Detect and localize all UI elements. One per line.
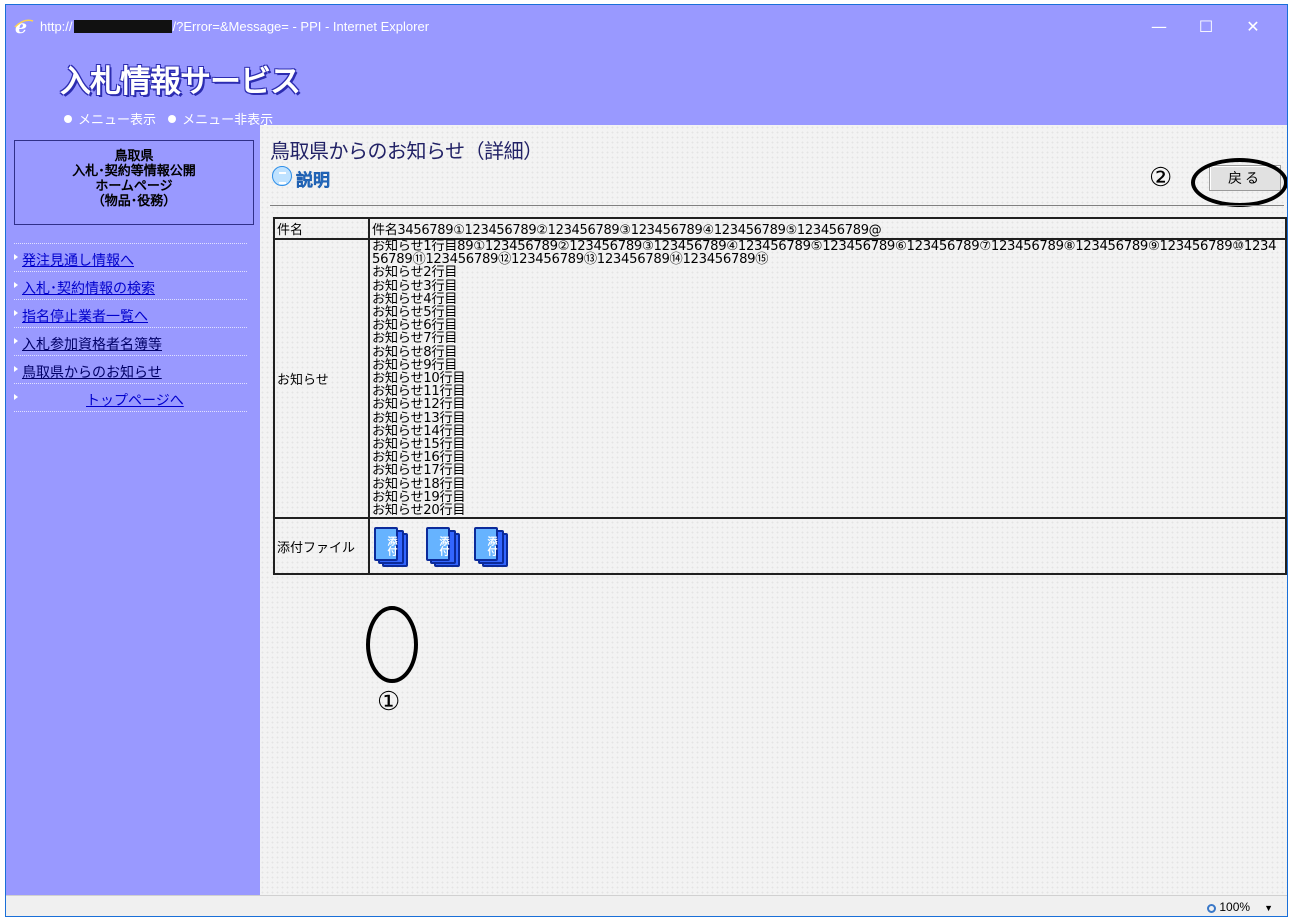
sidebar-item-top[interactable]: トップページへ bbox=[14, 384, 247, 412]
notice-line: お知らせ3行目 bbox=[372, 278, 458, 294]
attachment-icon: 添付 bbox=[426, 527, 450, 562]
callout-circle-2 bbox=[1191, 158, 1287, 207]
sidebar-item-qualified[interactable]: 入札参加資格者名簿等 bbox=[14, 328, 247, 356]
arrow-right-icon bbox=[14, 310, 18, 316]
notice-line: お知らせ15行目 bbox=[372, 437, 466, 453]
sidebar-link-search[interactable]: 入札･契約情報の検索 bbox=[22, 278, 155, 298]
callout-number-1: ① bbox=[377, 687, 401, 717]
window-title-suffix: /?Error=&Message= - PPI - Internet Explo… bbox=[172, 19, 430, 34]
attachment-2[interactable]: 添付 bbox=[426, 527, 460, 568]
table-row: 件名 件名3456789①123456789②123456789③1234567… bbox=[273, 217, 1287, 240]
table-row: お知らせ お知らせ1行目89①123456789②123456789③12345… bbox=[273, 237, 1287, 520]
sidebar-title-line: ホームページ bbox=[95, 179, 173, 194]
notice-line: お知らせ12行目 bbox=[372, 397, 466, 413]
internet-explorer-icon: e bbox=[14, 17, 34, 35]
sidebar: 鳥取県 入札･契約等情報公開 ホームページ （物品･役務） 発注見通し情報へ 入… bbox=[6, 125, 260, 895]
sidebar-title-box: 鳥取県 入札･契約等情報公開 ホームページ （物品･役務） bbox=[14, 140, 254, 225]
main-content: 鳥取県からのお知らせ（詳細） 説明 ② 戻る 件名 件名3456789①1234… bbox=[260, 125, 1287, 895]
table-row: 添付ファイル 添付 添付 添付 bbox=[273, 517, 1287, 576]
sidebar-link-qualified[interactable]: 入札参加資格者名簿等 bbox=[22, 334, 162, 354]
attachment-icon: 添付 bbox=[374, 527, 398, 562]
title-bar: e http:// /?Error=&Message= - PPI - Inter… bbox=[6, 5, 1287, 52]
info-icon bbox=[272, 166, 292, 186]
notice-line: お知らせ5行目 bbox=[372, 305, 458, 321]
callout-number-2: ② bbox=[1149, 163, 1173, 193]
notice-line: お知らせ8行目 bbox=[372, 344, 458, 360]
notice-line: お知らせ2行目 bbox=[372, 265, 458, 281]
notice-line: お知らせ13行目 bbox=[372, 410, 466, 426]
notice-lines: お知らせ1行目89①123456789②123456789③123456789④… bbox=[372, 240, 1283, 517]
minimize-button[interactable]: — bbox=[1139, 13, 1179, 41]
notice-line: お知らせ4行目 bbox=[372, 291, 458, 307]
notice-detail-table: 件名 件名3456789①123456789②123456789③1234567… bbox=[273, 217, 1287, 576]
sidebar-menu: 発注見通し情報へ 入札･契約情報の検索 指名停止業者一覧へ 入札参加資格者名簿等… bbox=[14, 243, 247, 412]
subject-label: 件名 bbox=[273, 217, 370, 240]
notice-line: お知らせ10行目 bbox=[372, 371, 466, 387]
attachment-1[interactable]: 添付 bbox=[374, 527, 408, 568]
notice-body: お知らせ1行目89①123456789②123456789③123456789④… bbox=[368, 237, 1287, 520]
explain-label[interactable]: 説明 bbox=[296, 166, 330, 191]
attachment-cell: 添付 添付 添付 bbox=[368, 517, 1287, 576]
notice-line: お知らせ7行目 bbox=[372, 331, 458, 347]
sidebar-link-top[interactable]: トップページへ bbox=[86, 390, 184, 410]
window-title-prefix: http:// bbox=[40, 19, 73, 34]
sidebar-item-search[interactable]: 入札･契約情報の検索 bbox=[14, 272, 247, 300]
notice-line: お知らせ16行目 bbox=[372, 450, 466, 466]
status-bar: 100% ▼ bbox=[6, 895, 1287, 916]
attachment-label: 添付ファイル bbox=[273, 517, 370, 576]
callout-circle-1 bbox=[366, 606, 418, 683]
close-button[interactable]: ✕ bbox=[1233, 13, 1273, 41]
notice-line: お知らせ20行目 bbox=[372, 503, 466, 519]
notice-line: お知らせ6行目 bbox=[372, 318, 458, 334]
notice-line: お知らせ9行目 bbox=[372, 357, 458, 373]
site-header: 入札情報サービス メニュー表示 メニュー非表示 bbox=[6, 52, 1287, 128]
zoom-level: 100% bbox=[1219, 900, 1251, 914]
sidebar-title-line: 鳥取県 bbox=[114, 149, 154, 164]
notice-line: お知らせ18行目 bbox=[372, 476, 466, 492]
browser-window: e http:// /?Error=&Message= - PPI - Inter… bbox=[5, 4, 1288, 917]
notice-line: お知らせ19行目 bbox=[372, 489, 466, 505]
arrow-right-icon bbox=[14, 282, 18, 288]
attachment-icon: 添付 bbox=[474, 527, 498, 562]
sidebar-link-forecast[interactable]: 発注見通し情報へ bbox=[22, 250, 134, 270]
arrow-right-icon bbox=[14, 394, 18, 400]
attachment-3[interactable]: 添付 bbox=[474, 527, 508, 568]
notice-line: お知らせ11行目 bbox=[372, 384, 466, 400]
sidebar-title-line: （物品･役務） bbox=[91, 194, 177, 209]
subject-value: 件名3456789①123456789②123456789③123456789④… bbox=[368, 217, 1287, 240]
notice-label: お知らせ bbox=[273, 237, 370, 520]
sidebar-item-suspension[interactable]: 指名停止業者一覧へ bbox=[14, 300, 247, 328]
arrow-right-icon bbox=[14, 254, 18, 260]
window-title: http:// /?Error=&Message= - PPI - Interne… bbox=[40, 19, 429, 34]
zoom-icon bbox=[1207, 904, 1217, 913]
sidebar-item-notices[interactable]: 鳥取県からのお知らせ bbox=[14, 356, 247, 384]
arrow-right-icon bbox=[14, 366, 18, 372]
zoom-control[interactable]: 100% ▼ bbox=[1207, 900, 1273, 914]
notice-line: お知らせ17行目 bbox=[372, 463, 466, 479]
sidebar-link-suspension[interactable]: 指名停止業者一覧へ bbox=[22, 306, 148, 326]
site-logo: 入札情報サービス bbox=[60, 64, 301, 100]
radio-show-menu[interactable] bbox=[64, 115, 72, 123]
divider bbox=[270, 205, 1284, 206]
chevron-down-icon[interactable]: ▼ bbox=[1264, 903, 1273, 913]
notice-line: お知らせ1行目89①123456789②123456789③123456789④… bbox=[372, 239, 1277, 268]
notice-line: お知らせ14行目 bbox=[372, 423, 466, 439]
page-title: 鳥取県からのお知らせ（詳細） bbox=[270, 139, 543, 163]
redacted-host bbox=[73, 20, 172, 33]
sidebar-title-line: 入札･契約等情報公開 bbox=[72, 164, 196, 179]
sidebar-link-notices[interactable]: 鳥取県からのお知らせ bbox=[22, 362, 162, 382]
radio-hide-menu[interactable] bbox=[168, 115, 177, 123]
sidebar-item-forecast[interactable]: 発注見通し情報へ bbox=[14, 244, 247, 272]
maximize-button[interactable]: ☐ bbox=[1186, 13, 1226, 41]
arrow-right-icon bbox=[14, 338, 18, 344]
